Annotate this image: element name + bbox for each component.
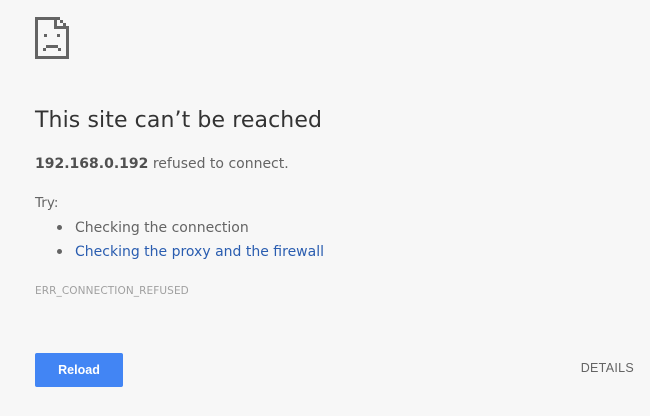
suggestion-item: Checking the proxy and the firewall xyxy=(57,243,324,267)
sad-page-icon xyxy=(35,17,69,59)
suggestion-check-connection: Checking the connection xyxy=(75,220,249,236)
suggestion-check-proxy-link[interactable]: Checking the proxy and the firewall xyxy=(75,244,324,260)
try-label: Try: xyxy=(35,195,59,211)
bullet-icon xyxy=(57,225,62,230)
bullet-icon xyxy=(57,249,62,254)
details-button[interactable]: DETAILS xyxy=(581,361,634,375)
error-code: ERR_CONNECTION_REFUSED xyxy=(35,285,189,297)
page-title: This site can’t be reached xyxy=(35,108,323,133)
host-address: 192.168.0.192 xyxy=(35,156,149,172)
reload-button[interactable]: Reload xyxy=(35,353,123,387)
summary-message: refused to connect. xyxy=(148,156,289,172)
suggestions-list: Checking the connection Checking the pro… xyxy=(57,219,324,267)
error-summary: 192.168.0.192 refused to connect. xyxy=(35,156,289,172)
suggestion-item: Checking the connection xyxy=(57,219,324,243)
